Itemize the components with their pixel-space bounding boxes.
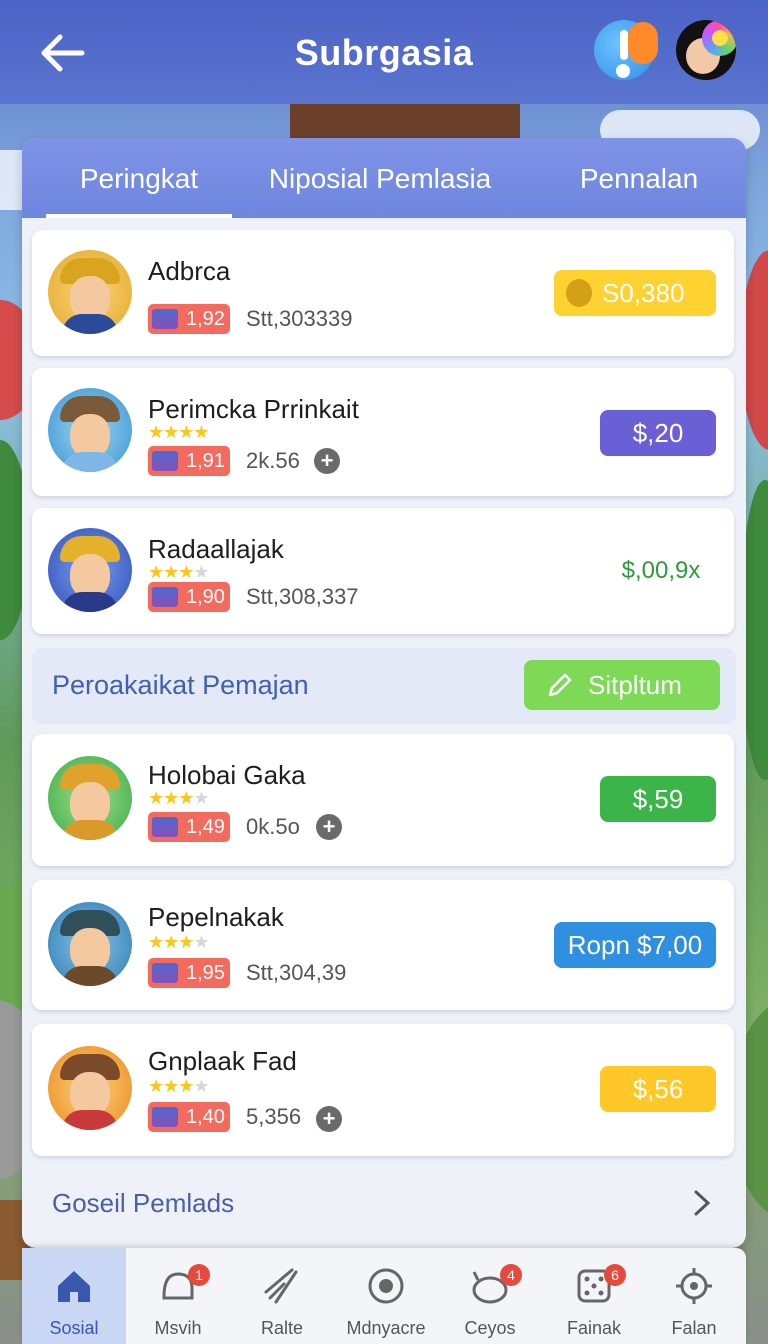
player-card[interactable]: Holobai Gaka ★★★★ 1,49 0k.5o + $,59 xyxy=(32,734,734,866)
nav-item-fainak[interactable]: 6 Fainak xyxy=(542,1248,646,1344)
player-card[interactable]: Pepelnakak ★★★★ 1,95 Stt,304,39 Ropn $7,… xyxy=(32,880,734,1010)
player-name: Gnplaak Fad xyxy=(148,1046,297,1076)
player-score: Stt,303339 xyxy=(246,306,353,331)
chest-icon xyxy=(152,587,178,607)
tab-pennalan[interactable]: Pennalan xyxy=(562,138,716,218)
coin-icon xyxy=(566,279,592,307)
add-icon[interactable]: + xyxy=(316,814,342,840)
bottom-navigation: Sosial 1 Msvih Ralte Mdnyacre 4 Ceyos 6 … xyxy=(22,1248,746,1344)
chest-icon xyxy=(152,451,178,471)
star-rating: ★★★★ xyxy=(148,788,210,808)
player-card[interactable]: Gnplaak Fad ★★★★ 1,40 5,356 + $,56 xyxy=(32,1024,734,1156)
section-header: Peroakaikat Pemajan Sitpltum xyxy=(32,648,736,724)
rank-badge: 1,92 xyxy=(148,304,230,334)
add-icon[interactable]: + xyxy=(316,1106,342,1132)
leaderboard-panel: Peringkat Niposial Pemlasia Pennalan Adb… xyxy=(22,138,746,1248)
chevron-right-icon[interactable] xyxy=(688,1188,714,1218)
rank-badge: 1,40 xyxy=(148,1102,230,1132)
player-avatar xyxy=(48,756,132,840)
nav-item-sosial[interactable]: Sosial xyxy=(22,1248,126,1344)
app-header: Subrgasia xyxy=(0,0,768,104)
player-score: Stt,304,39 xyxy=(246,960,347,985)
chest-icon xyxy=(152,963,178,983)
player-avatar xyxy=(48,1046,132,1130)
star-rating: ★★★★ xyxy=(148,422,210,442)
price-button[interactable]: Ropn $7,00 xyxy=(554,922,716,968)
chest-icon xyxy=(152,1107,178,1127)
gear-icon xyxy=(676,1268,712,1304)
chest-icon xyxy=(152,817,178,837)
pencil-icon xyxy=(548,673,572,697)
tab-peringkat[interactable]: Peringkat xyxy=(46,138,232,218)
player-score: 5,356 xyxy=(246,1104,302,1129)
player-score: Stt,308,337 xyxy=(246,584,359,609)
notification-badge: 4 xyxy=(500,1264,522,1286)
player-name: Radaallajak xyxy=(148,534,284,564)
player-name: Perimcka Prrinkait xyxy=(148,394,359,424)
tab-niposial-pemlasia[interactable]: Niposial Pemlasia xyxy=(258,138,502,218)
player-avatar xyxy=(48,388,132,472)
nav-item-msvih[interactable]: 1 Msvih xyxy=(126,1248,230,1344)
profile-avatar-icon[interactable] xyxy=(676,20,736,80)
section-action-button[interactable]: Sitpltum xyxy=(524,660,720,710)
target-icon xyxy=(368,1268,404,1304)
player-score: 0k.5o xyxy=(246,814,300,839)
player-avatar xyxy=(48,902,132,986)
nav-item-mdnyacre[interactable]: Mdnyacre xyxy=(334,1248,438,1344)
player-avatar xyxy=(48,250,132,334)
notification-badge: 6 xyxy=(604,1264,626,1286)
rocket-icon xyxy=(264,1268,298,1304)
rank-badge: 1,90 xyxy=(148,582,230,612)
star-rating: ★★★★ xyxy=(148,562,210,582)
price-label[interactable]: $,00,9x xyxy=(606,548,716,594)
nav-item-falan[interactable]: Falan xyxy=(642,1248,746,1344)
rank-badge: 1,49 xyxy=(148,812,230,842)
info-icon[interactable] xyxy=(594,20,658,80)
home-icon xyxy=(58,1271,90,1302)
player-card[interactable]: Adbrca 1,92 Stt,303339 S0,380 xyxy=(32,230,734,356)
nav-item-ceyos[interactable]: 4 Ceyos xyxy=(438,1248,542,1344)
price-button[interactable]: $,56 xyxy=(600,1066,716,1112)
price-button[interactable]: S0,380 xyxy=(554,270,716,316)
player-avatar xyxy=(48,528,132,612)
price-button[interactable]: $,20 xyxy=(600,410,716,456)
player-card[interactable]: Perimcka Prrinkait ★★★★ 1,91 2k.56 + $,2… xyxy=(32,368,734,496)
player-name: Adbrca xyxy=(148,256,231,286)
section-title: Peroakaikat Pemajan xyxy=(52,670,309,700)
tab-bar: Peringkat Niposial Pemlasia Pennalan xyxy=(22,138,746,218)
rank-badge: 1,95 xyxy=(148,958,230,988)
nav-item-ralte[interactable]: Ralte xyxy=(230,1248,334,1344)
add-icon[interactable]: + xyxy=(314,448,340,474)
notification-badge: 1 xyxy=(188,1264,210,1286)
player-score: 2k.56 xyxy=(246,448,300,473)
chest-icon xyxy=(152,309,178,329)
rank-badge: 1,91 xyxy=(148,446,230,476)
player-name: Holobai Gaka xyxy=(148,760,306,790)
player-card[interactable]: Radaallajak ★★★★ 1,90 Stt,308,337 $,00,9… xyxy=(32,508,734,634)
star-rating: ★★★★ xyxy=(148,1076,210,1096)
star-rating: ★★★★ xyxy=(148,932,210,952)
price-button[interactable]: $,59 xyxy=(600,776,716,822)
player-name: Pepelnakak xyxy=(148,902,284,932)
see-more-link[interactable]: Goseil Pemlads xyxy=(52,1188,234,1219)
